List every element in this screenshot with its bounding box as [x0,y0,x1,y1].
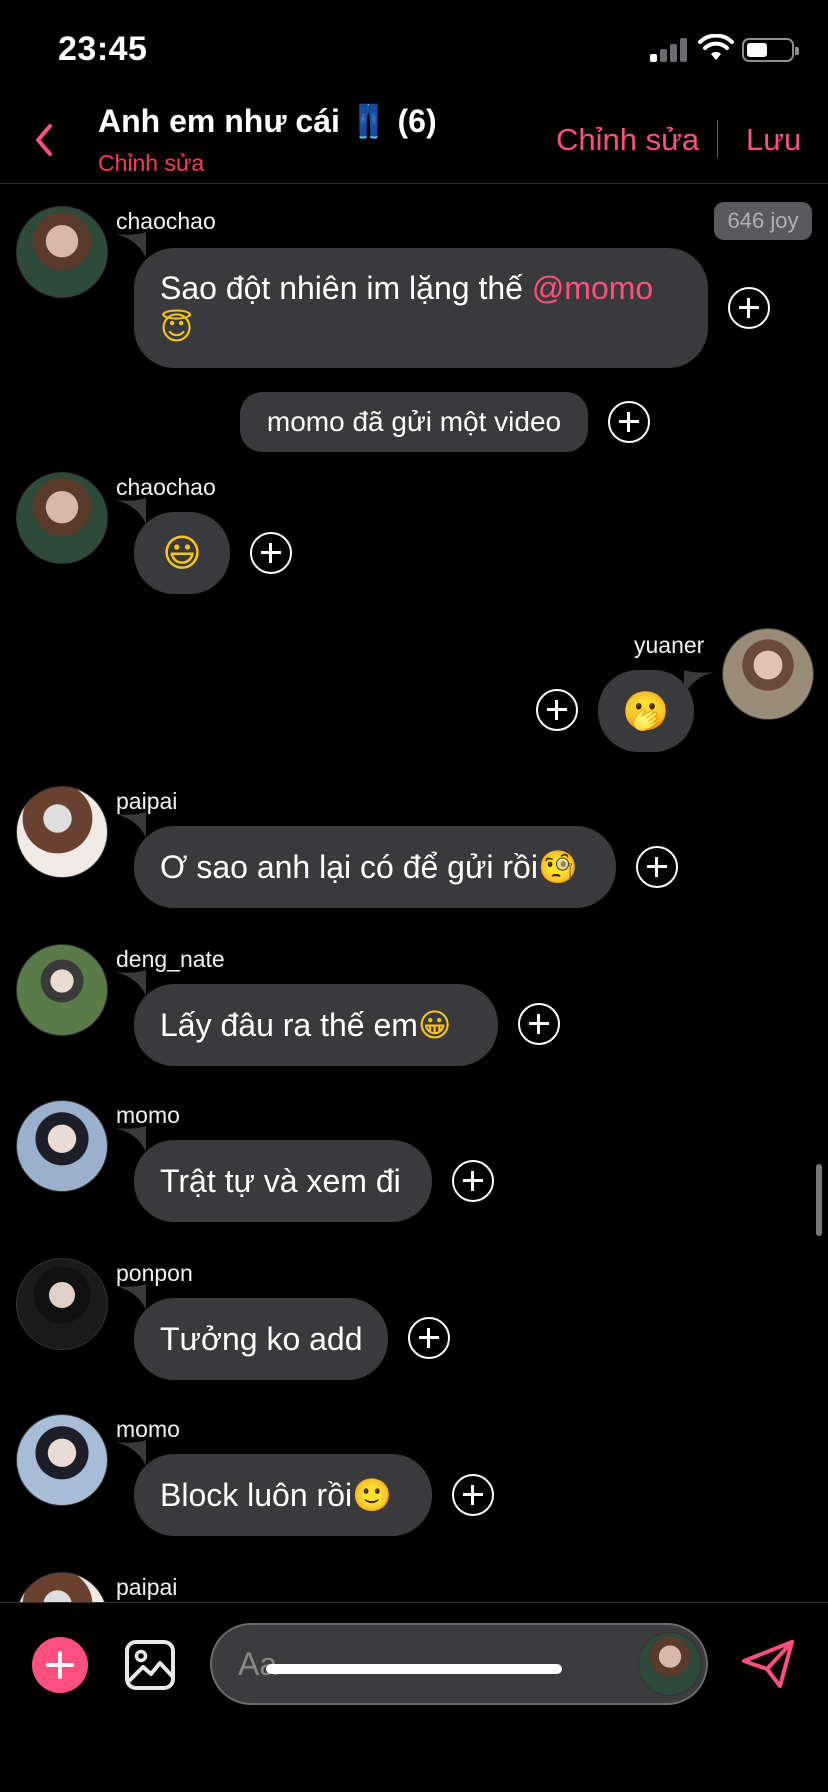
battery-icon [742,38,799,62]
joy-badge: 646 joy [714,202,812,240]
message-bubble[interactable]: Block luôn rồi 🙂 [134,1454,432,1536]
chat-subtitle[interactable]: Chỉnh sửa [98,150,204,177]
header-divider [717,120,718,158]
add-reaction-icon[interactable] [728,287,770,329]
message-text: Ơ sao anh lại có để gửi rồi [160,848,538,885]
avatar[interactable] [16,1258,108,1350]
bubble-tail [116,1284,146,1310]
edit-button[interactable]: Chỉnh sửa [556,122,699,158]
sender-name: deng_nate [116,946,225,972]
wifi-icon [698,34,734,60]
message-emoji: 🙂 [352,1476,392,1514]
message-emoji: 😃 [162,531,202,575]
message-bubble[interactable]: 😃 [134,512,230,594]
scrollbar[interactable] [816,1164,822,1236]
avatar[interactable] [638,1632,702,1696]
message-emoji: 😀 [417,1006,452,1044]
message-text: Block luôn rồi [160,1476,353,1513]
bubble-tail [116,970,146,996]
status-bar: 23:45 [0,0,828,96]
bubble-tail [116,1440,146,1466]
message-emoji: 🧐 [537,848,578,886]
add-reaction-icon[interactable] [536,689,578,731]
system-message[interactable]: momo đã gửi một video [240,392,588,452]
add-reaction-icon[interactable] [452,1160,494,1202]
message-text: Lấy đâu ra thế em [160,1006,418,1043]
message-text: Sao đột nhiên im lặng thế [160,270,532,306]
chat-title[interactable]: Anh em như cái 👖 (6) [98,102,437,140]
add-reaction-icon[interactable] [608,401,650,443]
avatar[interactable] [16,944,108,1036]
plus-circle-icon[interactable] [32,1637,88,1693]
sender-name: paipai [116,1574,178,1600]
bubble-tail [116,812,146,838]
image-icon[interactable] [124,1639,176,1691]
avatar[interactable] [16,1414,108,1506]
sender-name: chaochao [116,474,216,500]
bubble-tail [116,498,146,524]
sender-name: chaochao [116,208,216,234]
add-reaction-icon[interactable] [518,1003,560,1045]
sender-name: ponpon [116,1260,193,1286]
add-reaction-icon[interactable] [408,1317,450,1359]
composer-bar [0,1602,828,1792]
avatar[interactable] [16,1100,108,1192]
add-reaction-icon[interactable] [250,532,292,574]
chat-header: Anh em như cái 👖 (6) Chỉnh sửa Chỉnh sửa… [0,96,828,184]
add-reaction-icon[interactable] [636,846,678,888]
message-bubble[interactable]: Ơ sao anh lại có để gửi rồi 🧐 [134,826,616,908]
cellular-signal-icon [650,38,692,62]
mention-link[interactable]: @momo [532,270,653,306]
chevron-left-icon[interactable] [30,122,60,158]
avatar[interactable] [16,206,108,298]
home-indicator [266,1664,562,1674]
message-bubble[interactable]: Lấy đâu ra thế em 😀 [134,984,498,1066]
sender-name: momo [116,1102,180,1128]
message-text: Tưởng ko add [160,1320,363,1357]
bubble-tail [116,1126,146,1152]
message-bubble[interactable]: 🫢 [598,670,694,752]
sender-name: paipai [116,788,178,814]
avatar[interactable] [16,472,108,564]
send-icon[interactable] [740,1639,796,1689]
save-button[interactable]: Lưu [746,122,801,158]
message-emoji: 😇 [160,309,194,347]
message-bubble[interactable]: Sao đột nhiên im lặng thế @momo 😇 [134,248,708,368]
bubble-tail [116,232,146,258]
status-time: 23:45 [58,30,148,68]
avatar[interactable] [16,786,108,878]
message-bubble[interactable]: Tưởng ko add [134,1298,388,1380]
sender-name: momo [116,1416,180,1442]
message-emoji: 🫢 [622,688,670,733]
add-reaction-icon[interactable] [452,1474,494,1516]
message-text: Trật tự và xem đi [160,1162,401,1199]
avatar[interactable] [722,628,814,720]
sender-name: yuaner [634,632,705,658]
message-bubble[interactable]: Trật tự và xem đi [134,1140,432,1222]
